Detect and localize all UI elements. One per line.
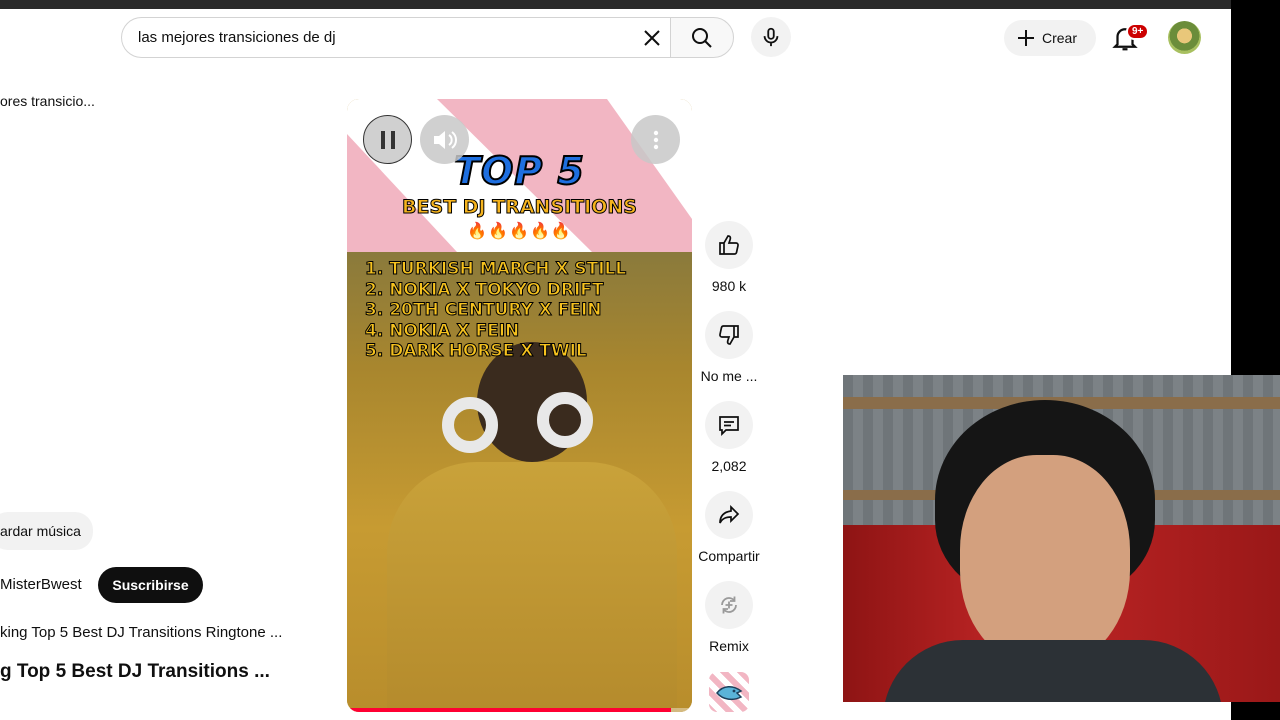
sound-thumbnail[interactable] [709,672,749,712]
headphone-right [537,392,593,448]
remix-button[interactable] [705,581,753,629]
list-item: 2. NOKIA X TOKYO DRIFT [364,279,604,300]
thumbs-up-icon [719,235,739,255]
plus-icon [1018,30,1034,46]
dislike-button[interactable] [705,311,753,359]
save-music-button[interactable]: ardar música [0,512,93,550]
avatar[interactable] [1168,21,1201,54]
transition-list: 1. TURKISH MARCH X STILL 2. NOKIA X TOKY… [364,259,627,362]
short-title: g Top 5 Best DJ Transitions ... [0,661,270,682]
thumbs-down-icon [719,325,739,345]
more-options-button[interactable] [631,115,680,164]
list-item: 1. TURKISH MARCH X STILL [364,259,627,280]
fire-emojis: 🔥🔥🔥🔥🔥 [467,223,572,240]
comment-icon [719,416,739,437]
remix-label: Remix [709,638,749,654]
webcam-person-face [960,455,1130,665]
save-music-label: ardar música [0,523,81,539]
comments-action[interactable]: 2,082 [697,401,761,474]
progress-fill [347,708,672,712]
like-action[interactable]: 980 k [697,221,761,294]
search-icon [692,27,712,48]
clear-search-icon[interactable] [638,24,666,52]
share-button[interactable] [705,491,753,539]
browser-top-bar [0,0,1280,9]
microphone-icon [763,27,779,47]
search-box[interactable]: las mejores transiciones de dj [121,17,670,58]
volume-button[interactable] [420,115,469,164]
channel-name[interactable]: MisterBwest [0,576,82,593]
overlay-subtitle: BEST DJ TRANSITIONS [402,196,638,219]
list-item: 5. DARK HORSE X TWIL [364,341,587,362]
create-label: Crear [1042,30,1078,46]
subscribe-button[interactable]: Suscribirse [98,567,203,603]
comments-button[interactable] [705,401,753,449]
voice-search-button[interactable] [751,17,791,57]
like-button[interactable] [705,221,753,269]
shorts-player[interactable]: TOP 5 BEST DJ TRANSITIONS 🔥🔥🔥🔥🔥 1. TURKI… [347,99,692,712]
remix-action[interactable]: Remix [697,581,761,654]
headphone-left [442,397,498,453]
audio-title-link[interactable]: king Top 5 Best DJ Transitions Ringtone … [0,624,282,641]
volume-icon [433,130,457,149]
search-button[interactable] [670,17,734,58]
search-snippet[interactable]: ores transicio... [0,93,95,109]
shark-icon [716,686,743,701]
share-action[interactable]: Compartir [697,491,761,564]
share-icon [719,504,740,524]
masthead: las mejores transiciones de dj Crear 9+ [0,9,1231,69]
webcam-overlay [843,375,1280,702]
person-shirt [387,462,677,712]
pause-button[interactable] [363,115,412,164]
webcam-person-shirt [883,640,1223,702]
dislike-label: No me ... [700,368,758,384]
remix-icon [721,596,737,614]
list-item: 4. NOKIA X FEIN [364,320,520,341]
progress-bar[interactable] [347,708,692,712]
create-button[interactable]: Crear [1004,20,1096,56]
more-vertical-icon [653,130,658,149]
comment-count: 2,082 [711,458,747,474]
like-count: 980 k [711,278,747,294]
notification-badge: 9+ [1126,23,1150,40]
share-label: Compartir [698,548,760,564]
dislike-action[interactable]: No me ... [697,311,761,384]
pause-icon [380,130,395,149]
list-item: 3. 20TH CENTURY X FEIN [364,300,602,321]
search-input[interactable]: las mejores transiciones de dj [138,29,336,46]
